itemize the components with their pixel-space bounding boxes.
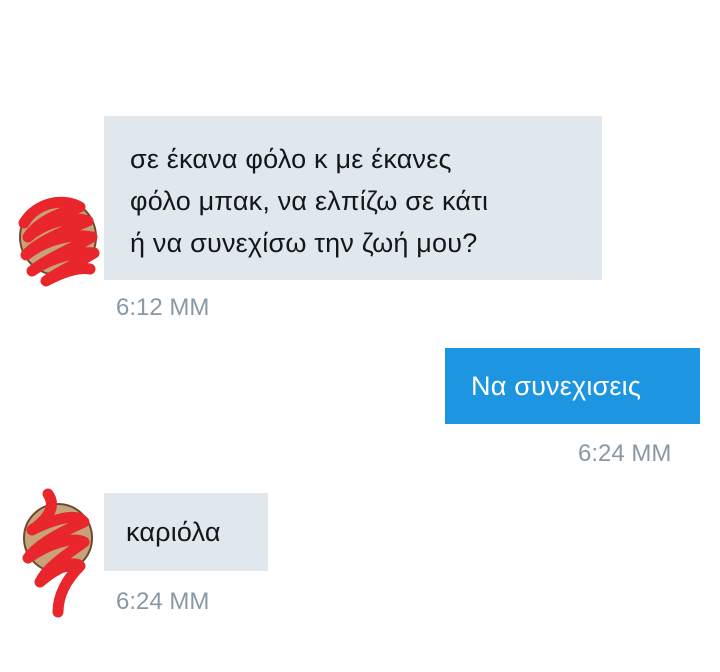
redacted-avatar-icon: [18, 196, 100, 287]
dm-conversation: σε έκανα φόλο κ με έκανες φόλο μπακ, να …: [0, 0, 720, 672]
sender-avatar[interactable]: [18, 193, 100, 287]
message-timestamp: 6:12 ΜΜ: [116, 294, 210, 321]
message-timestamp: 6:24 ΜΜ: [578, 440, 672, 467]
message-timestamp: 6:24 ΜΜ: [116, 588, 210, 615]
outgoing-message-bubble[interactable]: Να συνεχισεις: [445, 348, 700, 424]
redacted-avatar-icon: [22, 488, 93, 618]
incoming-message-bubble[interactable]: καριόλα: [104, 493, 268, 571]
message-line: ή να συνεχίσω την ζωή μου?: [130, 228, 478, 258]
message-line: καριόλα: [126, 517, 221, 547]
message-line: φόλο μπακ, να ελπίζω σε κάτι: [130, 186, 489, 216]
message-line: σε έκανα φόλο κ με έκανες: [130, 144, 452, 174]
incoming-message-bubble[interactable]: σε έκανα φόλο κ με έκανες φόλο μπακ, να …: [104, 116, 602, 280]
sender-avatar[interactable]: [18, 488, 96, 618]
message-line: Να συνεχισεις: [471, 371, 642, 401]
